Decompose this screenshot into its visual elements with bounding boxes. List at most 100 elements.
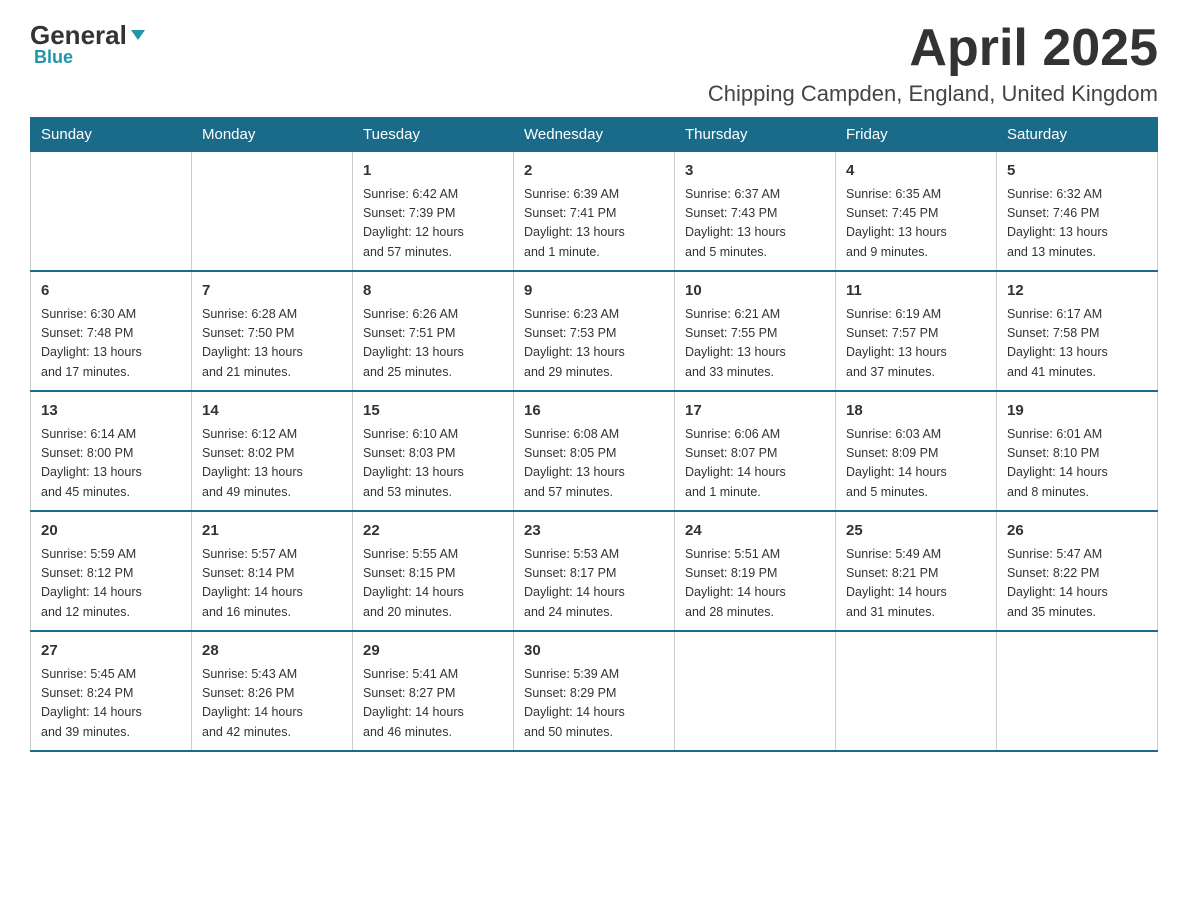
page-title: April 2025 — [708, 20, 1158, 77]
weekday-header-friday: Friday — [836, 118, 997, 152]
day-number: 22 — [363, 520, 503, 543]
calendar-cell: 2Sunrise: 6:39 AM Sunset: 7:41 PM Daylig… — [514, 152, 675, 272]
day-info: Sunrise: 5:57 AM Sunset: 8:14 PM Dayligh… — [202, 545, 342, 623]
day-info: Sunrise: 6:17 AM Sunset: 7:58 PM Dayligh… — [1007, 305, 1147, 383]
day-number: 23 — [524, 520, 664, 543]
day-info: Sunrise: 6:06 AM Sunset: 8:07 PM Dayligh… — [685, 425, 825, 503]
day-info: Sunrise: 6:42 AM Sunset: 7:39 PM Dayligh… — [363, 185, 503, 263]
day-info: Sunrise: 5:43 AM Sunset: 8:26 PM Dayligh… — [202, 665, 342, 743]
day-info: Sunrise: 5:45 AM Sunset: 8:24 PM Dayligh… — [41, 665, 181, 743]
day-number: 19 — [1007, 400, 1147, 423]
day-number: 27 — [41, 640, 181, 663]
day-number: 4 — [846, 160, 986, 183]
day-info: Sunrise: 6:23 AM Sunset: 7:53 PM Dayligh… — [524, 305, 664, 383]
day-number: 18 — [846, 400, 986, 423]
day-number: 26 — [1007, 520, 1147, 543]
day-info: Sunrise: 6:37 AM Sunset: 7:43 PM Dayligh… — [685, 185, 825, 263]
calendar-cell: 20Sunrise: 5:59 AM Sunset: 8:12 PM Dayli… — [31, 511, 192, 631]
calendar-cell: 25Sunrise: 5:49 AM Sunset: 8:21 PM Dayli… — [836, 511, 997, 631]
day-number: 11 — [846, 280, 986, 303]
day-info: Sunrise: 5:53 AM Sunset: 8:17 PM Dayligh… — [524, 545, 664, 623]
week-row-2: 6Sunrise: 6:30 AM Sunset: 7:48 PM Daylig… — [31, 271, 1158, 391]
calendar-cell: 3Sunrise: 6:37 AM Sunset: 7:43 PM Daylig… — [675, 152, 836, 272]
day-number: 8 — [363, 280, 503, 303]
day-info: Sunrise: 6:30 AM Sunset: 7:48 PM Dayligh… — [41, 305, 181, 383]
day-number: 25 — [846, 520, 986, 543]
day-info: Sunrise: 6:10 AM Sunset: 8:03 PM Dayligh… — [363, 425, 503, 503]
day-number: 10 — [685, 280, 825, 303]
day-info: Sunrise: 5:49 AM Sunset: 8:21 PM Dayligh… — [846, 545, 986, 623]
calendar-cell: 10Sunrise: 6:21 AM Sunset: 7:55 PM Dayli… — [675, 271, 836, 391]
day-info: Sunrise: 5:51 AM Sunset: 8:19 PM Dayligh… — [685, 545, 825, 623]
week-row-5: 27Sunrise: 5:45 AM Sunset: 8:24 PM Dayli… — [31, 631, 1158, 751]
logo-blue: Blue — [34, 47, 73, 68]
weekday-header-thursday: Thursday — [675, 118, 836, 152]
day-number: 13 — [41, 400, 181, 423]
day-info: Sunrise: 6:08 AM Sunset: 8:05 PM Dayligh… — [524, 425, 664, 503]
week-row-3: 13Sunrise: 6:14 AM Sunset: 8:00 PM Dayli… — [31, 391, 1158, 511]
weekday-header-wednesday: Wednesday — [514, 118, 675, 152]
calendar-cell — [31, 152, 192, 272]
calendar-cell — [997, 631, 1158, 751]
calendar-cell: 29Sunrise: 5:41 AM Sunset: 8:27 PM Dayli… — [353, 631, 514, 751]
day-number: 24 — [685, 520, 825, 543]
day-info: Sunrise: 6:19 AM Sunset: 7:57 PM Dayligh… — [846, 305, 986, 383]
calendar-cell: 13Sunrise: 6:14 AM Sunset: 8:00 PM Dayli… — [31, 391, 192, 511]
day-number: 29 — [363, 640, 503, 663]
weekday-header-sunday: Sunday — [31, 118, 192, 152]
day-info: Sunrise: 5:47 AM Sunset: 8:22 PM Dayligh… — [1007, 545, 1147, 623]
day-number: 14 — [202, 400, 342, 423]
calendar-cell: 26Sunrise: 5:47 AM Sunset: 8:22 PM Dayli… — [997, 511, 1158, 631]
calendar-cell: 30Sunrise: 5:39 AM Sunset: 8:29 PM Dayli… — [514, 631, 675, 751]
calendar-cell: 18Sunrise: 6:03 AM Sunset: 8:09 PM Dayli… — [836, 391, 997, 511]
weekday-header-tuesday: Tuesday — [353, 118, 514, 152]
calendar-cell: 5Sunrise: 6:32 AM Sunset: 7:46 PM Daylig… — [997, 152, 1158, 272]
day-info: Sunrise: 6:28 AM Sunset: 7:50 PM Dayligh… — [202, 305, 342, 383]
calendar-cell: 11Sunrise: 6:19 AM Sunset: 7:57 PM Dayli… — [836, 271, 997, 391]
calendar-cell — [192, 152, 353, 272]
day-info: Sunrise: 6:35 AM Sunset: 7:45 PM Dayligh… — [846, 185, 986, 263]
calendar-cell: 12Sunrise: 6:17 AM Sunset: 7:58 PM Dayli… — [997, 271, 1158, 391]
calendar-cell: 22Sunrise: 5:55 AM Sunset: 8:15 PM Dayli… — [353, 511, 514, 631]
day-number: 30 — [524, 640, 664, 663]
day-number: 15 — [363, 400, 503, 423]
calendar-cell: 24Sunrise: 5:51 AM Sunset: 8:19 PM Dayli… — [675, 511, 836, 631]
day-number: 7 — [202, 280, 342, 303]
day-info: Sunrise: 6:26 AM Sunset: 7:51 PM Dayligh… — [363, 305, 503, 383]
day-number: 6 — [41, 280, 181, 303]
weekday-header-saturday: Saturday — [997, 118, 1158, 152]
calendar-cell: 1Sunrise: 6:42 AM Sunset: 7:39 PM Daylig… — [353, 152, 514, 272]
day-info: Sunrise: 6:32 AM Sunset: 7:46 PM Dayligh… — [1007, 185, 1147, 263]
week-row-4: 20Sunrise: 5:59 AM Sunset: 8:12 PM Dayli… — [31, 511, 1158, 631]
day-number: 17 — [685, 400, 825, 423]
calendar-cell: 15Sunrise: 6:10 AM Sunset: 8:03 PM Dayli… — [353, 391, 514, 511]
day-number: 1 — [363, 160, 503, 183]
calendar-cell: 28Sunrise: 5:43 AM Sunset: 8:26 PM Dayli… — [192, 631, 353, 751]
day-info: Sunrise: 5:41 AM Sunset: 8:27 PM Dayligh… — [363, 665, 503, 743]
calendar-cell: 17Sunrise: 6:06 AM Sunset: 8:07 PM Dayli… — [675, 391, 836, 511]
calendar-cell: 4Sunrise: 6:35 AM Sunset: 7:45 PM Daylig… — [836, 152, 997, 272]
logo-arrow-icon — [129, 20, 147, 51]
day-number: 21 — [202, 520, 342, 543]
day-number: 9 — [524, 280, 664, 303]
calendar-cell: 6Sunrise: 6:30 AM Sunset: 7:48 PM Daylig… — [31, 271, 192, 391]
day-number: 2 — [524, 160, 664, 183]
day-number: 28 — [202, 640, 342, 663]
header: General Blue April 2025 Chipping Campden… — [30, 20, 1158, 107]
calendar-cell: 9Sunrise: 6:23 AM Sunset: 7:53 PM Daylig… — [514, 271, 675, 391]
calendar-cell — [836, 631, 997, 751]
calendar: SundayMondayTuesdayWednesdayThursdayFrid… — [30, 117, 1158, 752]
calendar-cell: 16Sunrise: 6:08 AM Sunset: 8:05 PM Dayli… — [514, 391, 675, 511]
day-info: Sunrise: 6:21 AM Sunset: 7:55 PM Dayligh… — [685, 305, 825, 383]
calendar-cell: 21Sunrise: 5:57 AM Sunset: 8:14 PM Dayli… — [192, 511, 353, 631]
day-info: Sunrise: 6:12 AM Sunset: 8:02 PM Dayligh… — [202, 425, 342, 503]
day-number: 3 — [685, 160, 825, 183]
week-row-1: 1Sunrise: 6:42 AM Sunset: 7:39 PM Daylig… — [31, 152, 1158, 272]
day-info: Sunrise: 6:03 AM Sunset: 8:09 PM Dayligh… — [846, 425, 986, 503]
calendar-cell: 27Sunrise: 5:45 AM Sunset: 8:24 PM Dayli… — [31, 631, 192, 751]
title-area: April 2025 Chipping Campden, England, Un… — [708, 20, 1158, 107]
calendar-cell — [675, 631, 836, 751]
day-number: 5 — [1007, 160, 1147, 183]
day-info: Sunrise: 5:39 AM Sunset: 8:29 PM Dayligh… — [524, 665, 664, 743]
day-number: 12 — [1007, 280, 1147, 303]
